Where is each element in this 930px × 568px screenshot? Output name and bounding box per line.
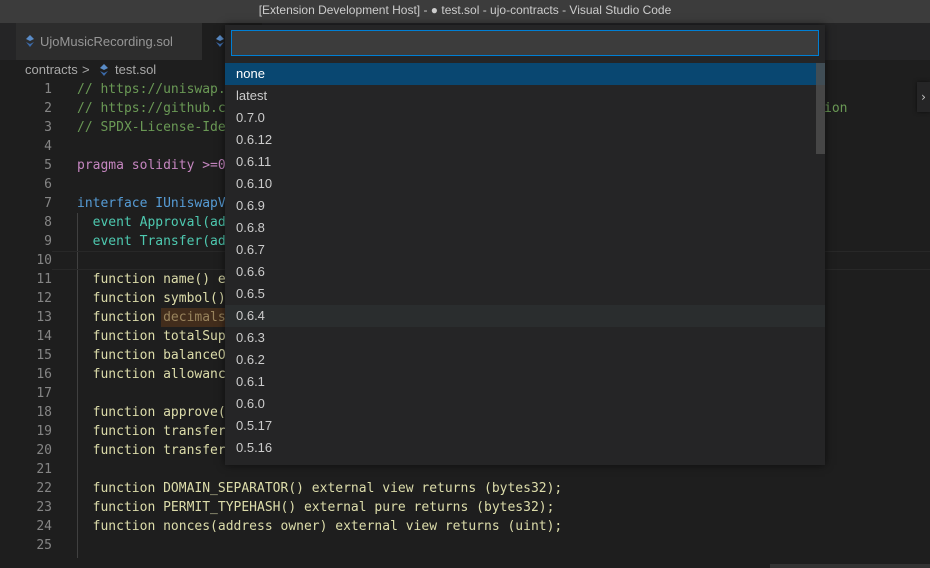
quick-pick-item[interactable]: 0.7.0: [225, 107, 825, 129]
code-line: 22 function DOMAIN_SEPARATOR() external …: [0, 479, 930, 498]
line-number: 21: [36, 462, 52, 477]
line-number: 9: [44, 234, 52, 249]
quick-pick-item[interactable]: 0.6.8: [225, 217, 825, 239]
quick-pick: none latest 0.7.0 0.6.12 0.6.11 0.6.10 0…: [225, 25, 825, 465]
quick-pick-item[interactable]: 0.6.3: [225, 327, 825, 349]
solidity-file-icon: [216, 35, 224, 47]
line-number: 6: [44, 177, 52, 192]
line-number: 18: [36, 405, 52, 420]
code-text: function name() e: [77, 272, 226, 287]
code-text: function transfer: [77, 424, 226, 439]
quick-pick-item[interactable]: 0.6.6: [225, 261, 825, 283]
solidity-file-icon: [100, 64, 108, 76]
line-number: 14: [36, 329, 52, 344]
code-text: function symbol(): [77, 291, 226, 306]
code-text: function approve(a: [77, 405, 234, 420]
code-text: event Approval(add: [77, 215, 234, 230]
breadcrumb-file[interactable]: test.sol: [115, 62, 156, 77]
code-text: function transfer: [77, 443, 226, 458]
quick-pick-scrollbar[interactable]: [816, 63, 825, 154]
quick-pick-item[interactable]: 0.6.4: [225, 305, 825, 327]
quick-pick-item[interactable]: 0.6.5: [225, 283, 825, 305]
window-title: [Extension Development Host] - ● test.so…: [258, 3, 672, 17]
code-text: function balanceOf: [77, 348, 234, 363]
line-number: 20: [36, 443, 52, 458]
line-number: 5: [44, 158, 52, 173]
line-number: 13: [36, 310, 52, 325]
line-number: 23: [36, 500, 52, 515]
solidity-file-icon: [26, 35, 34, 47]
quick-pick-item[interactable]: none: [225, 63, 825, 85]
code-text: function PERMIT_TYPEHASH() external pure…: [77, 500, 555, 515]
quick-pick-input[interactable]: [231, 30, 819, 56]
title-bar: [Extension Development Host] - ● test.so…: [0, 0, 930, 23]
tab-ujomusicrecording[interactable]: UjoMusicRecording.sol: [16, 23, 202, 60]
quick-pick-item[interactable]: 0.6.0: [225, 393, 825, 415]
code-text-tail: ion: [824, 101, 848, 116]
tab-label: UjoMusicRecording.sol: [40, 34, 173, 49]
quick-pick-item[interactable]: latest: [225, 85, 825, 107]
code-text: function DOMAIN_SEPARATOR() external vie…: [77, 481, 563, 496]
line-number: 11: [36, 272, 52, 287]
code-text: event Transfer(add: [77, 234, 234, 249]
code-line: 25: [0, 536, 930, 555]
line-number: 2: [44, 101, 52, 116]
line-number: 15: [36, 348, 52, 363]
line-number: 16: [36, 367, 52, 382]
line-number: 7: [44, 196, 52, 211]
horizontal-scrollbar[interactable]: [770, 564, 930, 568]
word-highlight: [161, 308, 225, 327]
code-text: // https://uniswap.: [77, 82, 226, 97]
quick-pick-item[interactable]: 0.6.1: [225, 371, 825, 393]
quick-pick-list[interactable]: none latest 0.7.0 0.6.12 0.6.11 0.6.10 0…: [225, 63, 825, 463]
line-number: 12: [36, 291, 52, 306]
quick-pick-item[interactable]: 0.6.7: [225, 239, 825, 261]
code-line: 24 function nonces(address owner) extern…: [0, 517, 930, 536]
code-text: function nonces(address owner) external …: [77, 519, 563, 534]
line-number: 22: [36, 481, 52, 496]
line-number: 10: [36, 253, 52, 268]
code-text: function allowance: [77, 367, 234, 382]
line-number: 4: [44, 139, 52, 154]
breadcrumb-folder[interactable]: contracts: [25, 62, 78, 77]
line-number: 3: [44, 120, 52, 135]
code-line: 23 function PERMIT_TYPEHASH() external p…: [0, 498, 930, 517]
line-number: 19: [36, 424, 52, 439]
code-text: pragma solidity >=0: [77, 158, 226, 173]
quick-pick-item[interactable]: 0.6.11: [225, 151, 825, 173]
code-text: // https://github.co: [77, 101, 234, 116]
line-number: 25: [36, 538, 52, 553]
quick-pick-item[interactable]: 0.6.2: [225, 349, 825, 371]
line-number: 24: [36, 519, 52, 534]
chevron-right-icon[interactable]: ›: [917, 82, 930, 112]
quick-pick-item[interactable]: 0.6.10: [225, 173, 825, 195]
code-text: function totalSupp: [77, 329, 234, 344]
line-number: 1: [44, 82, 52, 97]
quick-pick-item[interactable]: 0.5.16: [225, 437, 825, 459]
quick-pick-item[interactable]: 0.5.17: [225, 415, 825, 437]
breadcrumb-separator: >: [82, 62, 90, 77]
code-text: // SPDX-License-Ide: [77, 120, 226, 135]
line-number: 17: [36, 386, 52, 401]
code-text: interface IUniswapV: [77, 196, 226, 211]
quick-pick-item[interactable]: 0.6.12: [225, 129, 825, 151]
quick-pick-item[interactable]: 0.6.9: [225, 195, 825, 217]
line-number: 8: [44, 215, 52, 230]
